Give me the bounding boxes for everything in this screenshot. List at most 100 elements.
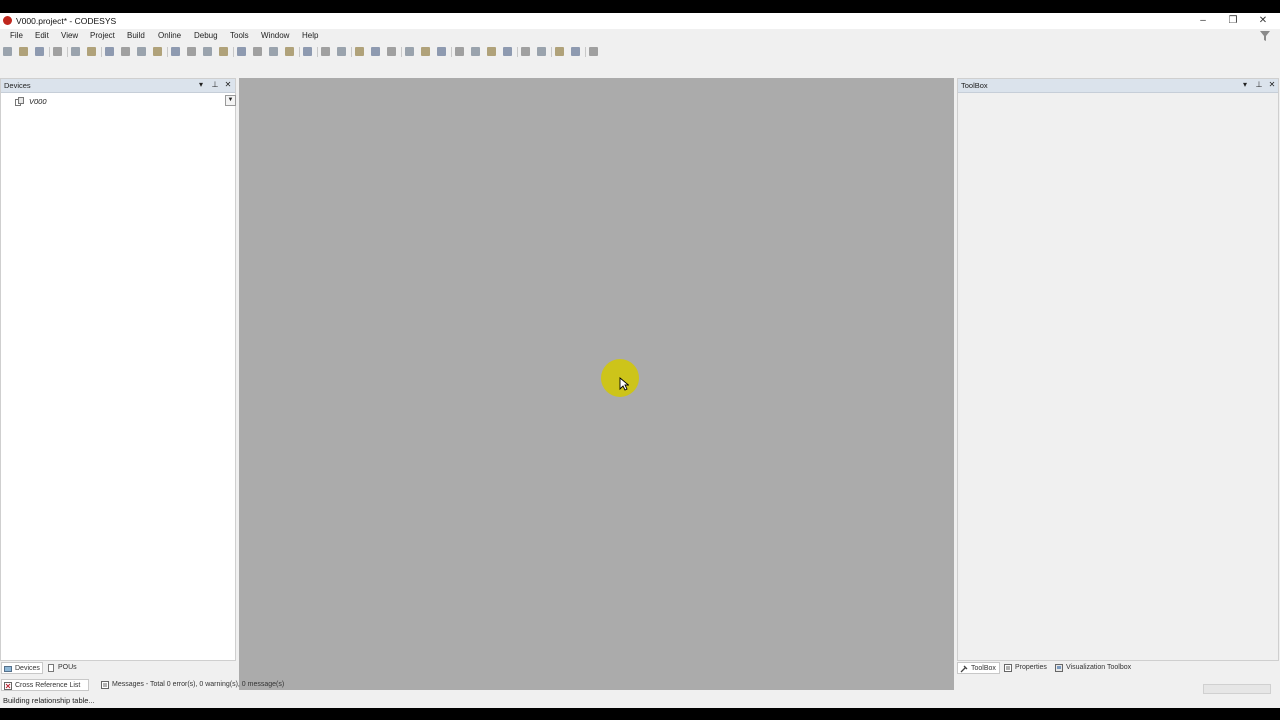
bookmark-clear-icon[interactable]: [285, 47, 294, 56]
bookmark-prev-icon[interactable]: [269, 47, 278, 56]
panel-close-icon[interactable]: ✕: [1267, 80, 1277, 90]
menu-view[interactable]: View: [61, 31, 78, 40]
toolbar-separator: [101, 47, 102, 57]
tab-pous-label: POUs: [58, 664, 77, 671]
logout-icon[interactable]: [387, 47, 396, 56]
open-window-icon[interactable]: [303, 47, 312, 56]
minimize-button[interactable]: –: [1188, 13, 1218, 29]
tab-cross-reference-list[interactable]: Cross Reference List: [1, 679, 89, 691]
toolbox-icon: [960, 665, 968, 673]
menu-build[interactable]: Build: [127, 31, 145, 40]
menu-online[interactable]: Online: [158, 31, 181, 40]
mouse-cursor-icon: [619, 377, 629, 391]
login-icon[interactable]: [371, 47, 380, 56]
step-out-icon[interactable]: [503, 47, 512, 56]
pin-icon[interactable]: ⊥: [210, 80, 220, 90]
filter-icon[interactable]: [1259, 30, 1271, 42]
start-icon[interactable]: [405, 47, 414, 56]
run-to-cursor-icon[interactable]: [521, 47, 530, 56]
toolbar-separator: [299, 47, 300, 57]
project-icon: [15, 97, 24, 106]
redo-icon[interactable]: [87, 47, 96, 56]
toolbar-separator: [517, 47, 518, 57]
bookmark-toggle-icon[interactable]: [237, 47, 246, 56]
build-icon[interactable]: [355, 47, 364, 56]
toolbar-separator: [317, 47, 318, 57]
save-icon[interactable]: [35, 47, 44, 56]
cross-reference-icon: [4, 682, 12, 690]
tab-toolbox[interactable]: ToolBox: [957, 662, 1000, 674]
panel-close-icon[interactable]: ✕: [223, 80, 233, 90]
new-file-icon[interactable]: [3, 47, 12, 56]
tab-messages-label: Messages - Total 0 error(s), 0 warning(s…: [112, 681, 285, 688]
tab-visualization-toolbox[interactable]: Visualization Toolbox: [1053, 662, 1137, 674]
step-over-icon[interactable]: [471, 47, 480, 56]
tab-properties-label: Properties: [1015, 664, 1047, 671]
toolbar-separator: [67, 47, 68, 57]
reset-icon[interactable]: [437, 47, 446, 56]
title-bar: V000.project* - CODESYS – ❐ ✕: [0, 13, 1280, 29]
status-progress-bar: [1203, 684, 1271, 694]
find-next-icon[interactable]: [187, 47, 196, 56]
tab-properties[interactable]: Properties: [1002, 662, 1052, 674]
delete-icon[interactable]: [153, 47, 162, 56]
release-force-icon[interactable]: [571, 47, 580, 56]
editor-area[interactable]: [239, 78, 954, 690]
toolbar-separator: [49, 47, 50, 57]
menu-help[interactable]: Help: [302, 31, 318, 40]
menu-tools[interactable]: Tools: [230, 31, 249, 40]
find-in-project-icon[interactable]: [203, 47, 212, 56]
open-file-icon[interactable]: [19, 47, 28, 56]
menu-debug[interactable]: Debug: [194, 31, 218, 40]
replace-icon[interactable]: [219, 47, 228, 56]
panel-menu-icon[interactable]: ▾: [1240, 80, 1250, 90]
step-into-icon[interactable]: [487, 47, 496, 56]
tab-toolbox-label: ToolBox: [971, 665, 996, 672]
status-text: Building relationship table...: [3, 696, 95, 705]
window-title: V000.project* - CODESYS: [16, 16, 117, 26]
tree-node-label: V000: [29, 97, 47, 106]
clean-icon[interactable]: [337, 47, 346, 56]
grid-icon[interactable]: [589, 47, 598, 56]
toolbar-separator: [585, 47, 586, 57]
cut-icon[interactable]: [105, 47, 114, 56]
codesys-app-icon: [3, 16, 12, 25]
pin-icon[interactable]: ⊥: [1254, 80, 1264, 90]
toolbox-panel-header: ToolBox ▾ ⊥ ✕: [958, 79, 1278, 93]
find-icon[interactable]: [171, 47, 180, 56]
pous-icon: [48, 664, 54, 672]
force-values-icon[interactable]: [555, 47, 564, 56]
toolbar-separator: [401, 47, 402, 57]
close-button[interactable]: ✕: [1248, 13, 1278, 29]
tab-messages[interactable]: Messages - Total 0 error(s), 0 warning(s…: [99, 679, 306, 691]
copy-icon[interactable]: [121, 47, 130, 56]
tab-devices[interactable]: Devices: [1, 662, 43, 674]
tab-visualization-toolbox-label: Visualization Toolbox: [1066, 664, 1132, 671]
menu-file[interactable]: File: [10, 31, 23, 40]
menu-project[interactable]: Project: [90, 31, 115, 40]
stop-icon[interactable]: [421, 47, 430, 56]
print-icon[interactable]: [53, 47, 62, 56]
chevron-down-icon[interactable]: ▼: [225, 95, 236, 106]
devices-panel: Devices ▾ ⊥ ✕ V000 ▼: [0, 78, 236, 661]
write-values-icon[interactable]: [537, 47, 546, 56]
menu-window[interactable]: Window: [261, 31, 289, 40]
toolbar-separator: [451, 47, 452, 57]
devices-icon: [4, 666, 12, 672]
panel-menu-icon[interactable]: ▾: [196, 80, 206, 90]
tab-devices-label: Devices: [15, 665, 40, 672]
restore-button[interactable]: ❐: [1218, 13, 1248, 29]
generate-code-icon[interactable]: [321, 47, 330, 56]
bookmark-next-icon[interactable]: [253, 47, 262, 56]
menu-edit[interactable]: Edit: [35, 31, 49, 40]
tab-cross-reference-label: Cross Reference List: [15, 682, 81, 689]
codesys-window: V000.project* - CODESYS – ❐ ✕ File Edit …: [0, 13, 1280, 708]
toolbox-panel-title: ToolBox: [961, 81, 988, 90]
tab-pous[interactable]: POUs: [45, 662, 83, 674]
toolbar-separator: [351, 47, 352, 57]
undo-icon[interactable]: [71, 47, 80, 56]
messages-icon: [101, 681, 109, 689]
paste-icon[interactable]: [137, 47, 146, 56]
toolbar: [0, 44, 620, 60]
breakpoint-icon[interactable]: [455, 47, 464, 56]
